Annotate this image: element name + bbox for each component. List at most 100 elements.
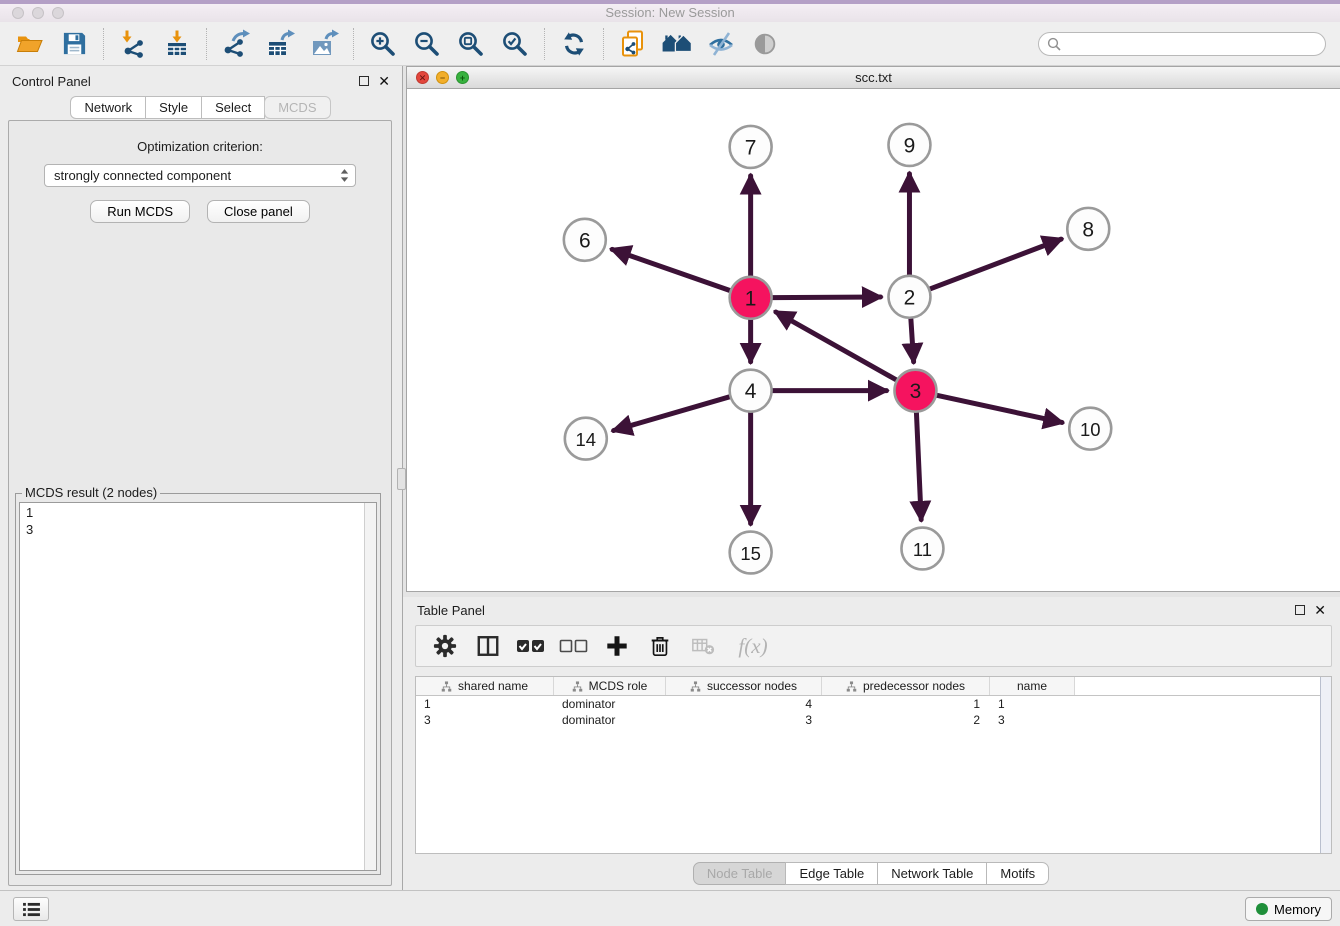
copy-network-button[interactable] <box>611 25 655 63</box>
column-label: name <box>1017 679 1047 693</box>
function-builder-button[interactable]: f(x) <box>729 629 777 663</box>
column-header-mcds-role[interactable]: MCDS role <box>554 677 666 695</box>
table-row[interactable]: 1dominator411 <box>416 696 1331 712</box>
import-network-button[interactable] <box>111 25 155 63</box>
float-panel-icon[interactable] <box>1295 605 1305 615</box>
deselect-all-button[interactable] <box>557 629 591 663</box>
delete-column-button[interactable] <box>643 629 677 663</box>
split-table-icon <box>476 634 500 658</box>
run-mcds-button[interactable]: Run MCDS <box>90 200 190 223</box>
tab-style[interactable]: Style <box>145 96 202 119</box>
node-label-10: 10 <box>1080 419 1101 440</box>
edge-3-10[interactable] <box>937 395 1062 422</box>
bird-eye-view-button[interactable] <box>743 25 787 63</box>
result-scrollbar[interactable] <box>364 503 376 870</box>
import-table-icon <box>162 29 192 59</box>
homes-icon <box>661 29 693 59</box>
criterion-select[interactable]: strongly connected component <box>44 164 356 187</box>
edge-3-1[interactable] <box>776 312 896 380</box>
network-close-button[interactable]: ✕ <box>416 71 429 84</box>
toolbar-separator <box>353 28 354 60</box>
unchecked-boxes-icon <box>559 637 589 655</box>
zoom-fit-button[interactable] <box>449 25 493 63</box>
criterion-value: strongly connected component <box>54 168 231 183</box>
export-table-button[interactable] <box>258 25 302 63</box>
search-input[interactable] <box>1066 35 1317 52</box>
column-header-successor-nodes[interactable]: successor nodes <box>666 677 822 695</box>
main-toolbar <box>0 22 1340 66</box>
table-tab-motifs[interactable]: Motifs <box>986 862 1049 885</box>
window-close-button[interactable] <box>12 7 24 19</box>
column-header-name[interactable]: name <box>990 677 1075 695</box>
network-graph[interactable]: 7968124314101511 <box>407 89 1340 591</box>
close-panel-button[interactable]: Close panel <box>207 200 310 223</box>
network-minimize-button[interactable]: − <box>436 71 449 84</box>
edge-2-8[interactable] <box>930 239 1061 289</box>
plus-icon <box>605 634 629 658</box>
export-image-button[interactable] <box>302 25 346 63</box>
column-label: MCDS role <box>589 679 648 693</box>
edge-1-2[interactable] <box>773 297 881 298</box>
window-titlebar: Session: New Session <box>0 0 1340 22</box>
node-label-6: 6 <box>579 229 591 252</box>
zoom-out-button[interactable] <box>405 25 449 63</box>
edge-3-11[interactable] <box>916 413 921 520</box>
edge-4-14[interactable] <box>614 397 730 431</box>
toolbar-separator <box>603 28 604 60</box>
table-scrollbar[interactable] <box>1320 677 1331 853</box>
network-window-title: scc.txt <box>407 67 1340 88</box>
zoom-in-button[interactable] <box>361 25 405 63</box>
import-table-button[interactable] <box>155 25 199 63</box>
network-zoom-button[interactable]: + <box>456 71 469 84</box>
table-tabs: Node TableEdge TableNetwork TableMotifs <box>403 862 1340 885</box>
column-header-shared-name[interactable]: shared name <box>416 677 554 695</box>
table-header-row: shared name MCDS role successor nodesprede… <box>416 677 1331 696</box>
mcds-result-list[interactable]: 1 3 <box>19 502 377 871</box>
save-session-button[interactable] <box>52 25 96 63</box>
zoom-selected-icon <box>500 29 530 59</box>
splitter-grip[interactable] <box>397 468 406 490</box>
search-icon <box>1047 37 1061 51</box>
close-panel-icon[interactable]: ✕ <box>378 76 390 86</box>
window-minimize-button[interactable] <box>32 7 44 19</box>
export-network-button[interactable] <box>214 25 258 63</box>
table-tab-network-table[interactable]: Network Table <box>877 862 987 885</box>
open-session-button[interactable] <box>8 25 52 63</box>
tab-network[interactable]: Network <box>70 96 146 119</box>
tab-mcds[interactable]: MCDS <box>264 96 330 119</box>
edge-2-3[interactable] <box>911 319 914 362</box>
column-header-filler <box>1075 677 1331 695</box>
table-tab-node-table[interactable]: Node Table <box>693 862 787 885</box>
export-table-icon <box>265 29 295 59</box>
add-column-button[interactable] <box>600 629 634 663</box>
toolbar-separator <box>103 28 104 60</box>
task-history-button[interactable] <box>13 897 49 921</box>
table-tab-edge-table[interactable]: Edge Table <box>785 862 878 885</box>
table-toolbar: f(x) <box>415 625 1332 667</box>
trash-icon <box>648 634 672 658</box>
delete-table-button[interactable] <box>686 629 720 663</box>
hide-graphics-button[interactable] <box>699 25 743 63</box>
zoom-selected-button[interactable] <box>493 25 537 63</box>
window-zoom-button[interactable] <box>52 7 64 19</box>
table-row[interactable]: 3dominator323 <box>416 712 1331 728</box>
edge-1-6[interactable] <box>612 249 730 290</box>
control-panel: Control Panel ✕ NetworkStyleSelectMCDS O… <box>0 66 403 890</box>
graph-edges[interactable] <box>612 174 1062 524</box>
memory-button[interactable]: Memory <box>1245 897 1332 921</box>
column-type-icon <box>846 681 857 692</box>
node-label-14: 14 <box>576 429 597 450</box>
control-panel-title: Control Panel <box>12 74 91 89</box>
network-window-titlebar: ✕ − + scc.txt <box>407 67 1340 89</box>
home-button[interactable] <box>655 25 699 63</box>
network-canvas[interactable]: 7968124314101511 <box>407 89 1340 591</box>
select-all-button[interactable] <box>514 629 548 663</box>
show-columns-button[interactable] <box>471 629 505 663</box>
window-traffic-lights <box>12 7 64 19</box>
table-settings-button[interactable] <box>428 629 462 663</box>
close-panel-icon[interactable]: ✕ <box>1314 605 1326 615</box>
refresh-button[interactable] <box>552 25 596 63</box>
float-panel-icon[interactable] <box>359 76 369 86</box>
column-header-predecessor-nodes[interactable]: predecessor nodes <box>822 677 990 695</box>
tab-select[interactable]: Select <box>201 96 265 119</box>
